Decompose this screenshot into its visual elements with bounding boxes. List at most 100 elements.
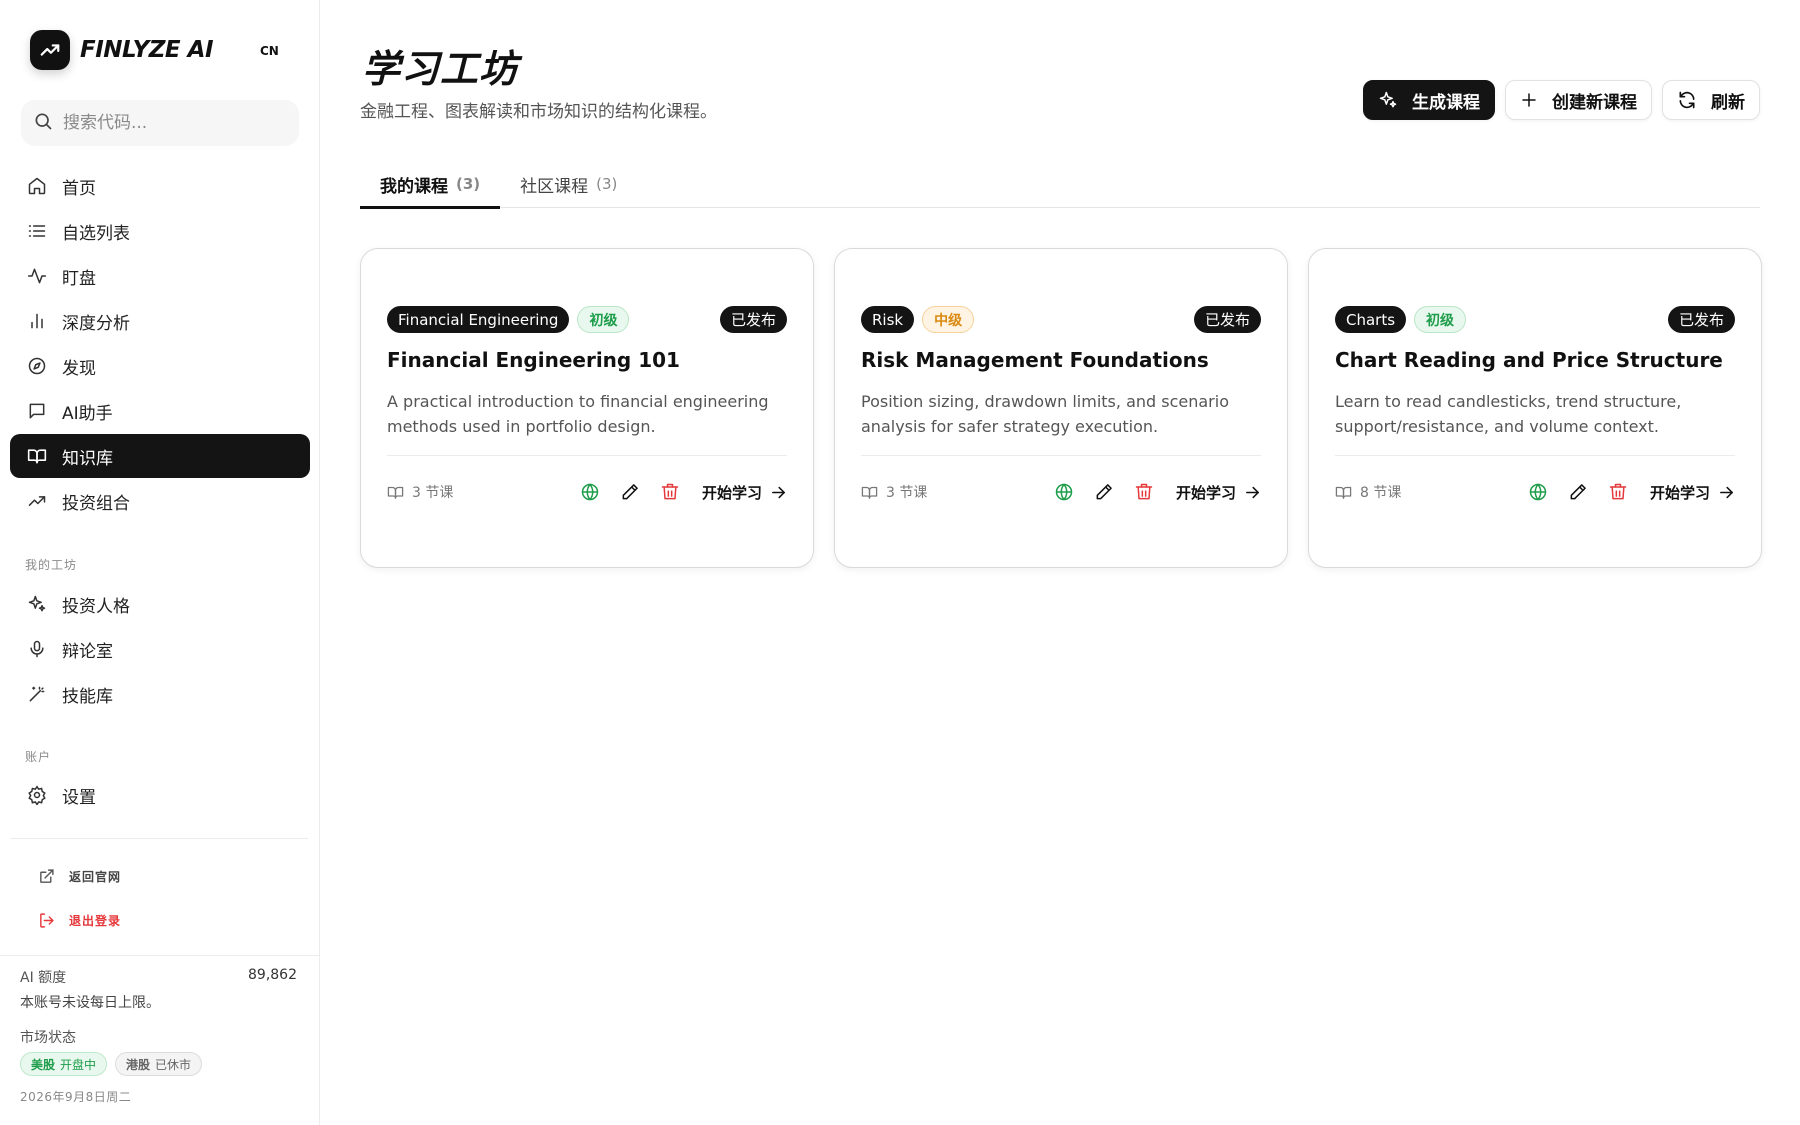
- card-divider: [1335, 455, 1735, 456]
- home-icon: [26, 175, 48, 197]
- edit-pencil-icon[interactable]: [1088, 476, 1120, 508]
- publish-globe-icon[interactable]: [1048, 476, 1080, 508]
- start-learning-button[interactable]: 开始学习: [1176, 482, 1261, 503]
- brand-name: FINLYZE AI: [80, 37, 214, 63]
- course-card[interactable]: Financial Engineering 初级 已发布 Financial E…: [360, 248, 814, 568]
- main-content: 学习工坊 金融工程、图表解读和市场知识的结构化课程。 生成课程 创建新课程 刷新…: [320, 0, 1800, 1125]
- nav-item-home[interactable]: 首页: [10, 164, 310, 208]
- hk-market-name: 港股: [126, 1057, 151, 1072]
- course-level-badge: 中级: [922, 306, 975, 333]
- arrow-right-icon: [1244, 484, 1261, 501]
- workshop-nav: 投资人格 辩论室 技能库: [10, 582, 310, 717]
- tab-my-courses[interactable]: 我的课程 (3): [360, 160, 501, 209]
- nav-item-skills[interactable]: 技能库: [10, 672, 310, 716]
- back-to-site-label: 返回官网: [69, 870, 122, 884]
- nav-item-watchlist[interactable]: 自选列表: [10, 209, 310, 253]
- generate-course-button[interactable]: 生成课程: [1363, 80, 1495, 120]
- trending-up-icon: [26, 490, 48, 512]
- course-card[interactable]: Risk 中级 已发布 Risk Management Foundations …: [834, 248, 1288, 568]
- nav-label: 技能库: [62, 686, 113, 707]
- create-course-button[interactable]: 创建新课程: [1505, 80, 1652, 120]
- course-title: Risk Management Foundations: [861, 348, 1209, 372]
- chat-icon: [26, 400, 48, 422]
- sidebar-divider-footer: [0, 955, 320, 956]
- logout-link[interactable]: 退出登录: [38, 912, 121, 929]
- refresh-icon: [1677, 90, 1697, 110]
- search-box[interactable]: [21, 100, 299, 146]
- us-market-badge: 美股 开盘中: [20, 1052, 108, 1076]
- sparkles-icon: [1378, 90, 1398, 110]
- edit-pencil-icon[interactable]: [1562, 476, 1594, 508]
- nav-item-investor-persona[interactable]: 投资人格: [10, 582, 310, 626]
- brand[interactable]: FINLYZE AI: [30, 30, 214, 70]
- course-status-badge: 已发布: [1667, 306, 1735, 333]
- nav-label: 投资人格: [62, 596, 130, 617]
- lesson-count: 8 节课: [1335, 482, 1401, 502]
- delete-trash-icon[interactable]: [654, 476, 686, 508]
- course-card[interactable]: Charts 初级 已发布 Chart Reading and Price St…: [1308, 248, 1762, 568]
- page-subtitle: 金融工程、图表解读和市场知识的结构化课程。: [360, 102, 717, 122]
- edit-pencil-icon[interactable]: [614, 476, 646, 508]
- nav-item-settings[interactable]: 设置: [10, 773, 310, 817]
- start-learning-label: 开始学习: [1649, 483, 1710, 502]
- us-market-name: 美股: [31, 1057, 56, 1072]
- nav-item-debate-room[interactable]: 辩论室: [10, 627, 310, 671]
- start-learning-button[interactable]: 开始学习: [702, 482, 787, 503]
- nav-item-ai-assistant[interactable]: AI助手: [10, 389, 310, 433]
- current-date: 2026年9月8日周二: [20, 1090, 132, 1104]
- lesson-count: 3 节课: [861, 482, 927, 502]
- header-actions: 生成课程 创建新课程 刷新: [1363, 80, 1760, 120]
- book-icon: [387, 484, 404, 501]
- logo-trending-icon: [30, 30, 70, 70]
- wand-icon: [26, 683, 48, 705]
- course-card-footer: 8 节课 开始学习: [1335, 477, 1735, 507]
- hk-market-badge: 港股 已休市: [115, 1052, 203, 1076]
- logout-label: 退出登录: [69, 914, 122, 928]
- tab-label: 我的课程: [380, 176, 448, 197]
- nav-label: 投资组合: [62, 493, 130, 514]
- nav-label: 自选列表: [62, 223, 130, 244]
- ai-quota-value: 89,862: [248, 967, 297, 983]
- nav-label: 设置: [62, 787, 96, 808]
- course-card-footer: 3 节课 开始学习: [387, 477, 787, 507]
- nav-item-analysis[interactable]: 深度分析: [10, 299, 310, 343]
- start-learning-label: 开始学习: [1175, 483, 1236, 502]
- language-toggle[interactable]: CN: [260, 44, 279, 58]
- refresh-button[interactable]: 刷新: [1662, 80, 1760, 120]
- course-description: A practical introduction to financial en…: [387, 392, 769, 436]
- nav-item-monitor[interactable]: 盯盘: [10, 254, 310, 298]
- course-tags: Charts 初级: [1335, 306, 1467, 333]
- section-label-workshop: 我的工坊: [25, 558, 78, 572]
- tab-label: 社区课程: [520, 176, 589, 197]
- nav-item-knowledge-base[interactable]: 知识库: [10, 434, 310, 478]
- course-title: Financial Engineering 101: [387, 348, 680, 372]
- nav-label: 发现: [62, 358, 96, 379]
- nav-label: AI助手: [62, 403, 113, 424]
- card-divider: [861, 455, 1261, 456]
- nav-label: 知识库: [62, 448, 113, 469]
- publish-globe-icon[interactable]: [574, 476, 606, 508]
- lesson-count-label: 8 节课: [1360, 485, 1402, 501]
- back-to-site-link[interactable]: 返回官网: [38, 868, 121, 885]
- course-category-badge: Risk: [861, 306, 915, 333]
- book-icon: [1335, 484, 1352, 501]
- ai-quota-note: 本账号未设每日上限。: [20, 995, 160, 1011]
- nav-item-portfolio[interactable]: 投资组合: [10, 479, 310, 523]
- gear-icon: [26, 784, 48, 806]
- activity-icon: [26, 265, 48, 287]
- tab-community-courses[interactable]: 社区课程 (3): [500, 160, 637, 208]
- delete-trash-icon[interactable]: [1602, 476, 1634, 508]
- nav-item-discover[interactable]: 发现: [10, 344, 310, 388]
- book-icon: [861, 484, 878, 501]
- start-learning-button[interactable]: 开始学习: [1650, 482, 1735, 503]
- publish-globe-icon[interactable]: [1522, 476, 1554, 508]
- search-input[interactable]: [63, 113, 283, 133]
- refresh-label: 刷新: [1711, 92, 1745, 112]
- us-market-status: 开盘中: [60, 1057, 97, 1072]
- nav-label: 首页: [62, 178, 96, 199]
- arrow-right-icon: [770, 484, 787, 501]
- search-icon: [33, 111, 53, 135]
- delete-trash-icon[interactable]: [1128, 476, 1160, 508]
- course-card-actions: 开始学习: [1514, 476, 1735, 508]
- section-label-account: 账户: [25, 750, 52, 764]
